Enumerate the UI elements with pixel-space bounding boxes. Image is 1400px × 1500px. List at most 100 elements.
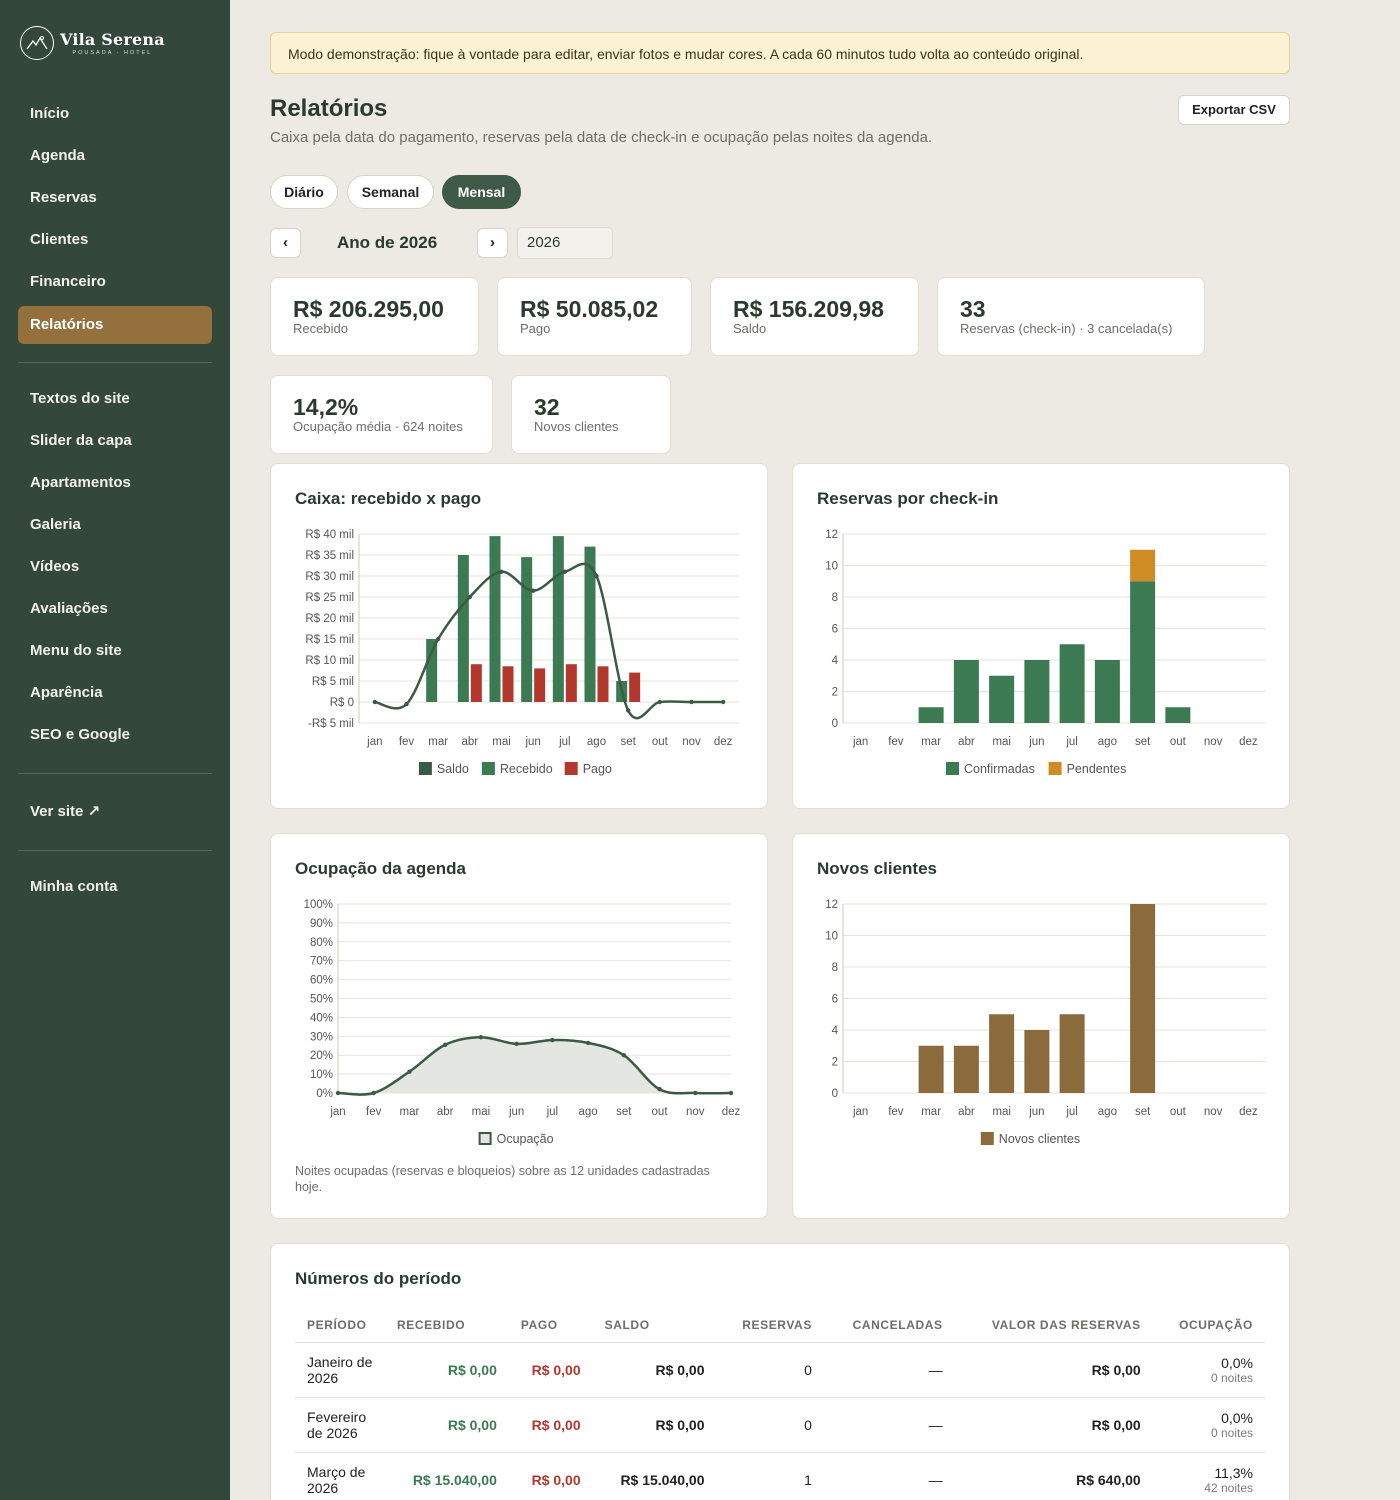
legend-swatch <box>481 762 495 775</box>
y-tick-label: 20% <box>310 1050 333 1062</box>
cell-recebido: R$ 0,00 <box>385 1342 509 1398</box>
y-tick-label: 2 <box>832 1057 838 1069</box>
column-header: VALOR DAS RESERVAS <box>954 1308 1153 1343</box>
sidebar-divider <box>18 850 212 851</box>
y-tick-label: 0 <box>832 1088 838 1100</box>
x-tick-label: jan <box>852 1106 868 1118</box>
cell-recebido: R$ 0,00 <box>385 1397 509 1453</box>
cell-valor: R$ 640,00 <box>954 1452 1153 1500</box>
export-csv-button[interactable]: Exportar CSV <box>1178 95 1290 125</box>
bar-confirmadas <box>1130 581 1156 723</box>
bar-confirmadas <box>918 707 944 723</box>
cell-pago: R$ 0,00 <box>508 1397 593 1453</box>
sidebar-item-menu[interactable]: Menu do site <box>18 632 212 670</box>
sidebar-item-relatorios[interactable]: Relatórios <box>18 306 212 344</box>
y-tick-label: 80% <box>310 937 333 949</box>
tab-semanal[interactable]: Semanal <box>347 175 434 209</box>
y-tick-label: 6 <box>832 994 838 1006</box>
sidebar-divider <box>18 773 212 774</box>
cell-saldo: R$ 15.040,00 <box>592 1452 717 1500</box>
table-title: Números do período <box>295 1269 462 1288</box>
x-tick-label: mar <box>428 736 448 748</box>
sidebar-item-apartamentos[interactable]: Apartamentos <box>18 464 212 502</box>
x-tick-label: abr <box>958 736 975 748</box>
sidebar-item-financeiro[interactable]: Financeiro <box>18 263 212 301</box>
sidebar-item-reservas[interactable]: Reservas <box>18 179 212 217</box>
x-tick-label: nov <box>686 1106 705 1118</box>
bar-novos-clientes <box>1059 1014 1085 1093</box>
sidebar-item-videos[interactable]: Vídeos <box>18 548 212 586</box>
bar-confirmadas <box>1059 644 1085 723</box>
sidebar-item-minha-conta[interactable]: Minha conta <box>18 868 212 906</box>
cell-pago: R$ 0,00 <box>508 1342 593 1398</box>
x-tick-label: ago <box>1098 736 1117 748</box>
point-ocupacao <box>585 1040 591 1046</box>
brand-logo[interactable]: Vila Serena POUSADA · HOTEL <box>20 26 165 60</box>
legend-label: Confirmadas <box>964 762 1035 776</box>
ocupacao-percent: 0,0% <box>1221 1409 1253 1426</box>
y-tick-label: 12 <box>825 899 838 911</box>
x-tick-label: jun <box>1028 1106 1044 1118</box>
y-tick-label: 70% <box>310 956 333 968</box>
sidebar-item-galeria[interactable]: Galeria <box>18 506 212 544</box>
point-ocupacao <box>728 1090 734 1096</box>
point-ocupacao <box>407 1069 412 1074</box>
x-tick-label: set <box>616 1106 632 1118</box>
x-tick-label: out <box>652 736 669 748</box>
y-tick-label: R$ 20 mil <box>305 613 354 625</box>
sidebar-item-agenda[interactable]: Agenda <box>18 137 212 175</box>
cell-reservas: 1 <box>716 1452 824 1500</box>
x-tick-label: mar <box>921 1106 941 1118</box>
next-period-button[interactable]: › <box>477 228 508 258</box>
x-tick-label: jan <box>329 1106 345 1118</box>
legend-label: Saldo <box>437 762 469 776</box>
y-tick-label: 40% <box>310 1012 333 1024</box>
x-tick-label: mai <box>472 1106 491 1118</box>
chart-caixa: R$ 40 mil R$ 35 mil R$ 30 mil R$ 25 mil R$ 2… <box>305 529 739 776</box>
x-tick-label: set <box>1135 736 1151 748</box>
x-tick-label: fev <box>366 1106 382 1118</box>
year-input[interactable]: 2026 <box>517 227 613 259</box>
x-tick-label: jul <box>1065 1106 1078 1118</box>
table-row: Março de 2026 R$ 15.040,00 R$ 0,00 R$ 15… <box>295 1452 1265 1500</box>
y-tick-label: 8 <box>832 962 838 974</box>
y-tick-label: 4 <box>832 1025 839 1037</box>
sidebar-item-aparencia[interactable]: Aparência <box>18 674 212 712</box>
tab-diario[interactable]: Diário <box>270 175 338 209</box>
bar-confirmadas <box>1165 707 1191 723</box>
column-header: OCUPAÇÃO <box>1152 1308 1265 1343</box>
legend-swatch <box>1048 762 1062 775</box>
x-tick-label: fev <box>888 736 904 748</box>
mountain-logo-icon <box>20 26 54 60</box>
legend-swatch <box>418 762 432 775</box>
legend-swatch <box>946 762 959 775</box>
y-tick-label: 6 <box>832 624 838 636</box>
point-ocupacao <box>693 1090 698 1096</box>
y-tick-label: 8 <box>832 592 838 604</box>
sidebar-item-slider[interactable]: Slider da capa <box>18 422 212 460</box>
bar-recebido <box>457 555 469 702</box>
x-tick-label: dez <box>1239 736 1258 748</box>
page-title: Relatórios <box>270 95 388 122</box>
sidebar-item-seo[interactable]: SEO e Google <box>18 716 212 754</box>
kpi-label: Pago <box>520 321 551 336</box>
sidebar-item-clientes[interactable]: Clientes <box>18 221 212 259</box>
point-saldo <box>689 699 694 705</box>
column-header: SALDO <box>592 1308 717 1343</box>
y-tick-label: 4 <box>832 655 839 667</box>
kpi-label: Ocupação média · 624 noites <box>293 419 463 434</box>
x-tick-label: ago <box>578 1106 597 1118</box>
cell-reservas: 0 <box>716 1342 824 1398</box>
sidebar-item-textos[interactable]: Textos do site <box>18 380 212 418</box>
point-ocupacao <box>657 1087 662 1092</box>
y-tick-label: 10 <box>825 561 838 573</box>
prev-period-button[interactable]: ‹ <box>270 228 301 258</box>
sidebar-item-avaliacoes[interactable]: Avaliações <box>18 590 212 628</box>
demo-banner: Modo demonstração: fique à vontade para … <box>270 32 1290 74</box>
kpi-card-pago: R$ 50.085,02 Pago <box>497 277 692 356</box>
sidebar-item-inicio[interactable]: Início <box>18 95 212 133</box>
table-card: Números do período PERÍODO RECEBIDO PAGO… <box>270 1243 1290 1500</box>
column-header: RECEBIDO <box>385 1308 509 1343</box>
sidebar-item-ver-site[interactable]: Ver site ↗ <box>18 793 212 831</box>
tab-mensal[interactable]: Mensal <box>442 175 521 209</box>
